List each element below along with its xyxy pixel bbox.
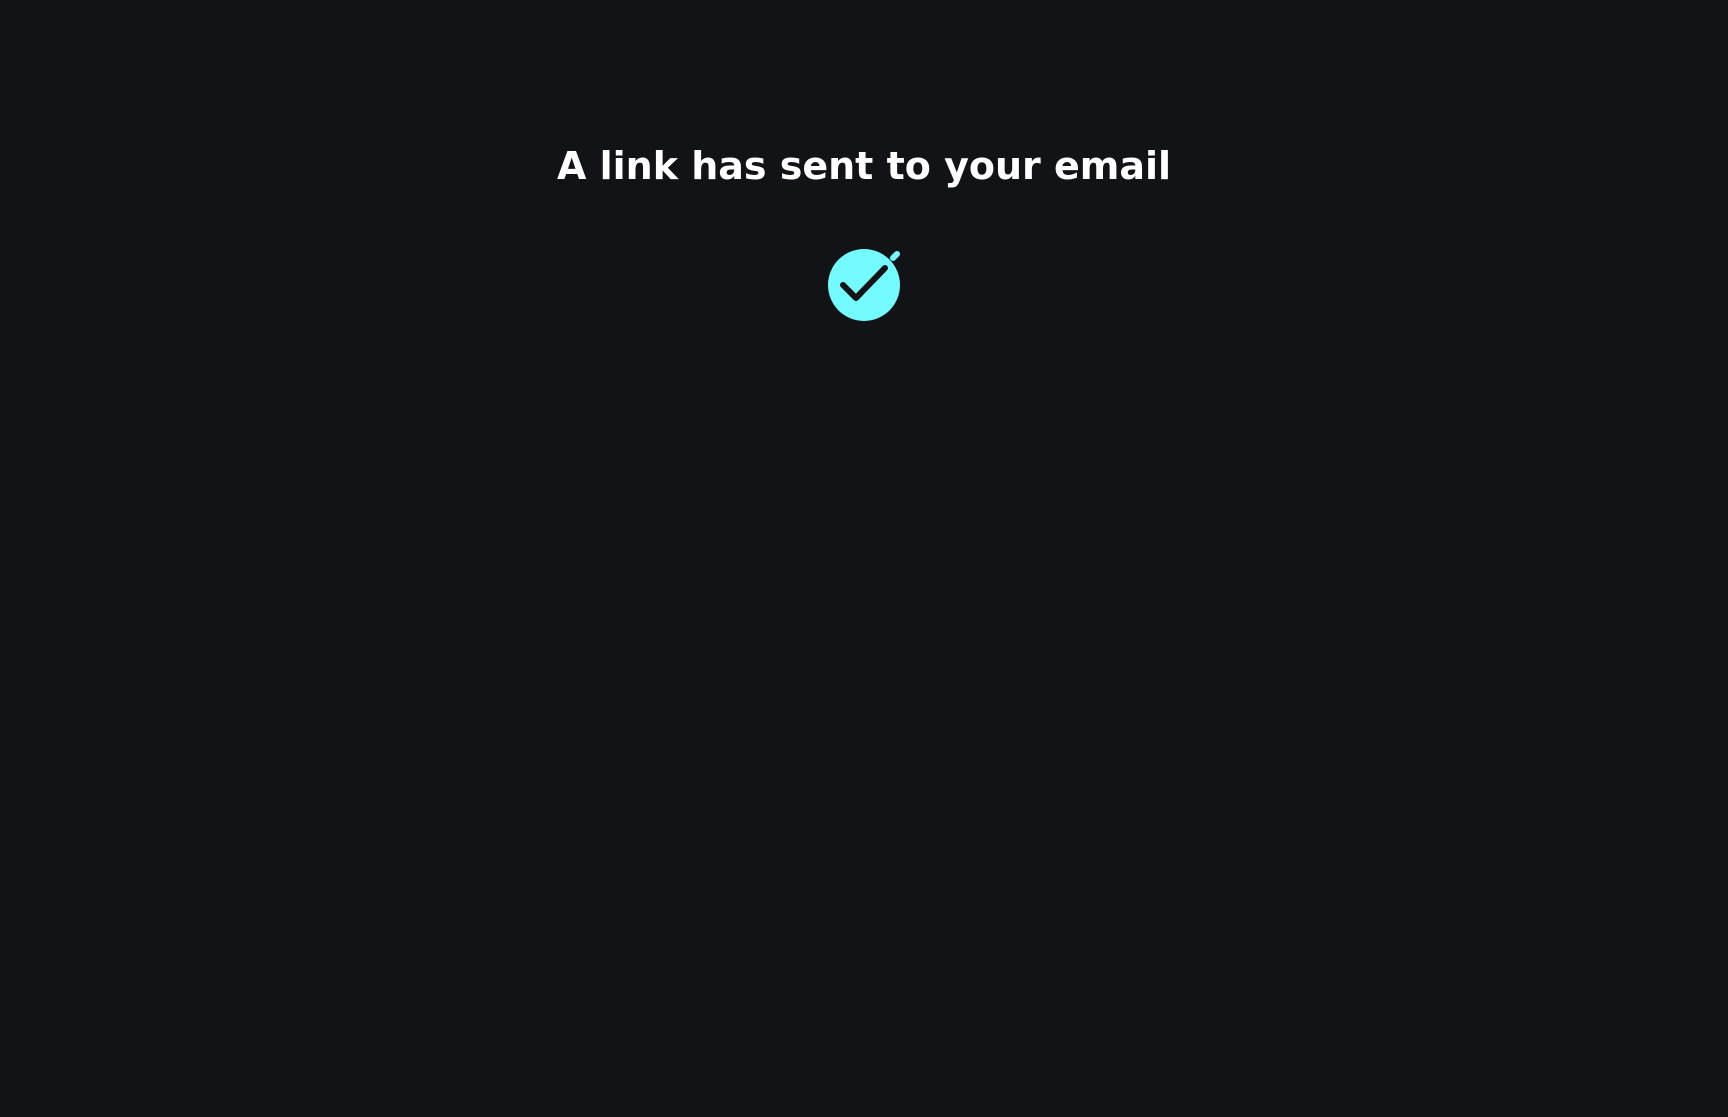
check-circle-icon	[826, 247, 906, 325]
email-sent-confirmation-page: A link has sent to your email	[0, 0, 1728, 1117]
confirmation-message: A link has sent to your email	[556, 144, 1172, 188]
